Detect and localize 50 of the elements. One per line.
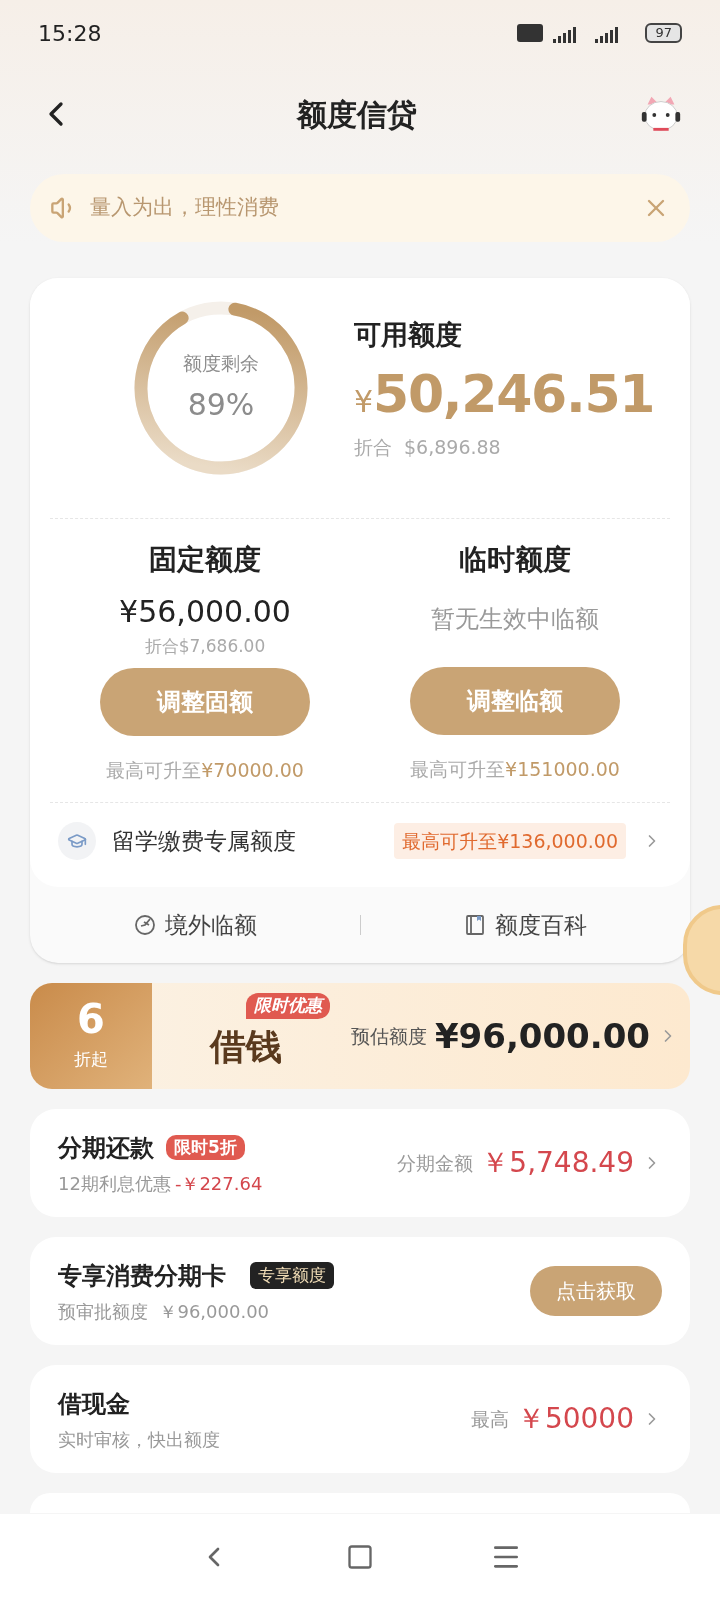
product-subtitle: 实时审核，快出额度 [58,1427,220,1452]
converted-amount: $6,896.88 [404,435,501,460]
limit-note: 暂无生效中临额 [431,604,599,635]
available-amount: 50,246.51 [373,363,655,426]
plane-globe-icon [132,913,157,937]
limit-amount: ¥56,000.00 [119,593,291,631]
product-card[interactable]: 借现金 实时审核，快出额度 最高 ￥50000 [30,1365,690,1473]
graduation-cap-icon [58,822,96,860]
estimate-amount: ¥96,000.00 [434,1014,650,1058]
nav-home-icon[interactable] [346,1543,374,1571]
status-time: 15:28 [38,19,102,48]
value-label: 最高 [470,1406,509,1432]
available-title: 可用额度 [354,317,463,352]
limit-title: 临时额度 [459,542,571,578]
product-value: ￥50000 [516,1401,634,1437]
product-title: 借现金 [58,1388,130,1420]
notice-text: 量入为出，理性消费 [90,194,280,222]
quick-link[interactable]: 境外临额 [132,907,257,943]
currency-symbol: ¥ [354,383,374,421]
product-title: 专享消费分期卡 [58,1260,226,1292]
battery-indicator: 97 [645,23,682,43]
study-limit-tag: 最高可升至¥136,000.00 [394,822,626,860]
discount-value: -￥227.64 [174,1171,263,1196]
product-value: ￥5,748.49 [481,1145,634,1181]
max-limit-label: 最高可升至 [410,757,506,782]
limit-title: 固定额度 [149,542,261,578]
converted-label: 折合 [354,435,392,460]
page-title: 额度信贷 [297,95,417,134]
product-subtitle: 12期利息优惠 [58,1171,171,1196]
loan-banner[interactable]: 6 折起 限时优惠 借钱 预估额度 ¥96,000.00 [30,983,690,1089]
promo-tag: 限时5折 [166,1134,245,1161]
product-subtitle: 预审批额度 ￥96,000.00 [58,1299,271,1324]
estimate-label: 预估额度 [350,1023,427,1049]
loan-title: 借钱 [210,1024,282,1069]
gauge-value: 89% [187,385,255,424]
quick-link[interactable]: 额度百科 [463,907,588,943]
limited-offer-tag: 限时优惠 [246,993,330,1019]
exclusive-tag: 专享额度 [250,1261,334,1290]
limit-converted: 折合$7,686.00 [144,635,266,658]
max-limit-value: ¥151000.00 [505,757,620,782]
discount-number: 6 [77,999,105,1040]
product-card[interactable]: 分期还款 限时5折 12期利息优惠 -￥227.64 分期金额 ￥5,748.49 [30,1109,690,1217]
product-card[interactable]: 专享消费分期卡 专享额度 预审批额度 ￥96,000.00 点击获取 [30,1237,690,1345]
discount-unit: 折起 [74,1048,108,1072]
product-title: 分期还款 [58,1132,154,1164]
gauge-label: 额度剩余 [183,351,259,377]
study-limit-label[interactable]: 留学缴费专属额度 [112,823,379,859]
max-limit-value: ¥70000.00 [201,757,304,783]
max-limit-label: 最高可升至 [106,757,202,783]
value-label: 分期金额 [397,1150,474,1176]
